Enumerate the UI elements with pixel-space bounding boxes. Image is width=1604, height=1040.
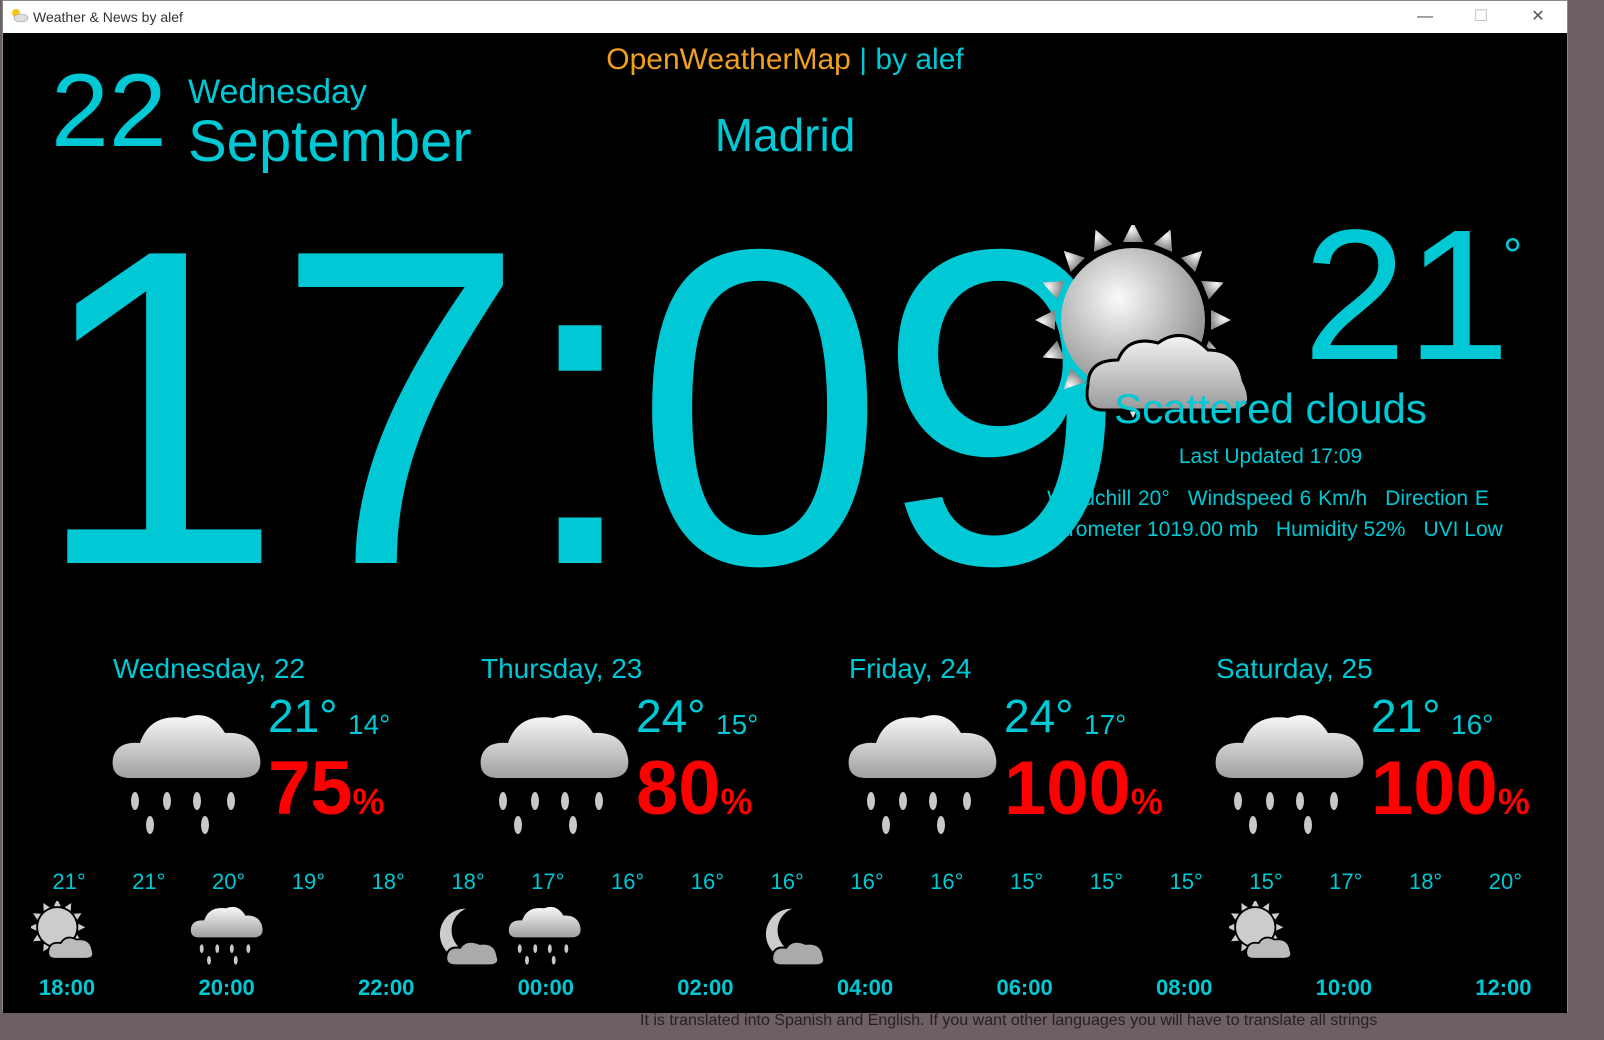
forecast-low: 16° <box>1451 709 1494 740</box>
hourly-temperature: 17° <box>531 869 565 894</box>
last-updated: Last Updated 17:09 <box>1178 445 1363 468</box>
forecast-day: Wednesday, 22 21° 14° 75% <box>112 653 473 873</box>
forecast-low: 14° <box>348 709 391 740</box>
weather-dashboard: OpenWeatherMap | by alef Madrid 22 Wedne… <box>3 33 1567 1013</box>
rain-cloud-icon <box>841 703 1001 843</box>
window-title: Weather & News by alef <box>33 9 183 25</box>
moon-cloud-icon <box>427 901 505 974</box>
hourly-temperature: 16° <box>690 869 725 894</box>
rain-value: 100 <box>1371 746 1498 831</box>
rain-percent-sign: % <box>352 781 385 822</box>
moon-cloud-icon <box>753 901 831 974</box>
current-degree-symbol: ° <box>1503 230 1523 283</box>
rain-percent-sign: % <box>1130 781 1163 822</box>
provider-name: OpenWeatherMap <box>606 43 851 76</box>
uv-index: UVI Low <box>1423 518 1503 541</box>
forecast-day: Saturday, 25 21° 16° 100% <box>1215 653 1576 873</box>
clock: 17:09 <box>33 157 1127 659</box>
hourly-time: 06:00 <box>996 975 1053 1000</box>
hourly-temperature: 16° <box>610 869 645 894</box>
hourly-time: 20:00 <box>198 975 255 1000</box>
hourly-time: 08:00 <box>1156 975 1213 1000</box>
hourly-temperature: 19° <box>291 869 326 894</box>
hourly-time: 10:00 <box>1315 975 1372 1000</box>
humidity: Humidity 52% <box>1275 518 1406 541</box>
forecast-low: 17° <box>1084 709 1127 740</box>
rain-value: 100 <box>1004 746 1131 831</box>
rain-cloud-icon <box>105 703 265 843</box>
hourly-temperature: 16° <box>850 869 884 894</box>
rain-cloud-icon <box>187 901 265 974</box>
provider-author: by alef <box>875 43 964 76</box>
current-temperature: 21 <box>1303 192 1510 399</box>
forecast-high: 24° <box>636 690 706 742</box>
close-button[interactable]: ✕ <box>1518 5 1558 29</box>
date-day: 22 <box>51 53 167 169</box>
rain-cloud-icon <box>505 901 583 974</box>
app-window: Weather & News by alef — ☐ ✕ OpenWeather… <box>2 0 1568 1013</box>
forecast-day: Thursday, 23 24° 15° 80% <box>480 653 841 873</box>
current-condition: Scattered clouds <box>1114 385 1427 432</box>
forecast-high: 21° <box>1371 690 1441 742</box>
title-bar[interactable]: Weather & News by alef — ☐ ✕ <box>3 1 1567 33</box>
forecast-day-title: Wednesday, 22 <box>113 653 305 684</box>
forecast-low: 15° <box>716 709 759 740</box>
hourly-temperature: 17° <box>1329 869 1363 894</box>
rain-percent-sign: % <box>1497 781 1530 822</box>
rain-cloud-icon <box>1208 703 1368 843</box>
hourly-time: 04:00 <box>836 975 894 1000</box>
hourly-temperature: 18° <box>451 869 485 894</box>
forecast-day: Friday, 24 24° 17° 100% <box>848 653 1209 873</box>
background-text: It is translated into Spanish and Englis… <box>640 1012 1378 1029</box>
hourly-time: 18:00 <box>38 975 96 1000</box>
wind-direction: Direction E <box>1385 487 1489 510</box>
hourly-temperature: 16° <box>770 869 804 894</box>
hourly-time: 00:00 <box>517 975 574 1000</box>
hourly-temperature: 16° <box>930 869 964 894</box>
hourly-temperature: 21° <box>132 869 166 894</box>
hourly-temperature: 20° <box>211 869 246 894</box>
rain-cloud-icon <box>473 703 633 843</box>
hourly-time: 22:00 <box>358 975 415 1000</box>
forecast-high: 24° <box>1004 690 1074 742</box>
weather-details-row-1: Windchill 20° Windspeed 6 Km/h Direction E <box>1033 487 1503 511</box>
barometer: Barometer 1019.00 mb <box>1043 518 1258 541</box>
hourly-temperature: 15° <box>1169 869 1203 894</box>
hourly-temperature: 15° <box>1089 869 1124 894</box>
maximize-button[interactable]: ☐ <box>1461 5 1501 29</box>
provider-line: OpenWeatherMap | by alef <box>3 43 1567 77</box>
forecast-high: 21° <box>268 690 338 742</box>
hourly-temperature: 15° <box>1249 869 1283 894</box>
forecast-rain-probability: 75% <box>268 751 385 827</box>
forecast-rain-probability: 80% <box>636 751 753 827</box>
rain-value: 75 <box>268 746 353 831</box>
hourly-temperature: 18° <box>371 869 405 894</box>
rain-percent-sign: % <box>720 781 753 822</box>
sun-cloud-icon <box>1227 899 1299 967</box>
minimize-button[interactable]: — <box>1405 5 1445 29</box>
hourly-temperature: 21° <box>52 869 86 894</box>
forecast-rain-probability: 100% <box>1004 751 1163 827</box>
hourly-time: 02:00 <box>677 975 734 1000</box>
windspeed: Windspeed 6 Km/h <box>1187 487 1368 510</box>
rain-value: 80 <box>636 746 721 831</box>
forecast-day-title: Saturday, 25 <box>1216 653 1373 684</box>
hourly-temperature: 18° <box>1408 869 1443 894</box>
windchill: Windchill 20° <box>1047 487 1170 510</box>
forecast-day-title: Friday, 24 <box>849 653 972 684</box>
hourly-temperature: 20° <box>1488 869 1523 894</box>
forecast-day-title: Thursday, 23 <box>481 653 643 684</box>
date-weekday: Wednesday <box>188 73 367 111</box>
weather-details-row-2: Barometer 1019.00 mb Humidity 52% UVI Low <box>1028 518 1518 542</box>
forecast-rain-probability: 100% <box>1371 751 1530 827</box>
hourly-temperature: 15° <box>1009 869 1044 894</box>
sun-cloud-icon <box>29 899 101 967</box>
hourly-time: 12:00 <box>1475 975 1532 1000</box>
provider-separator: | <box>850 43 876 76</box>
app-weather-icon <box>12 9 29 23</box>
